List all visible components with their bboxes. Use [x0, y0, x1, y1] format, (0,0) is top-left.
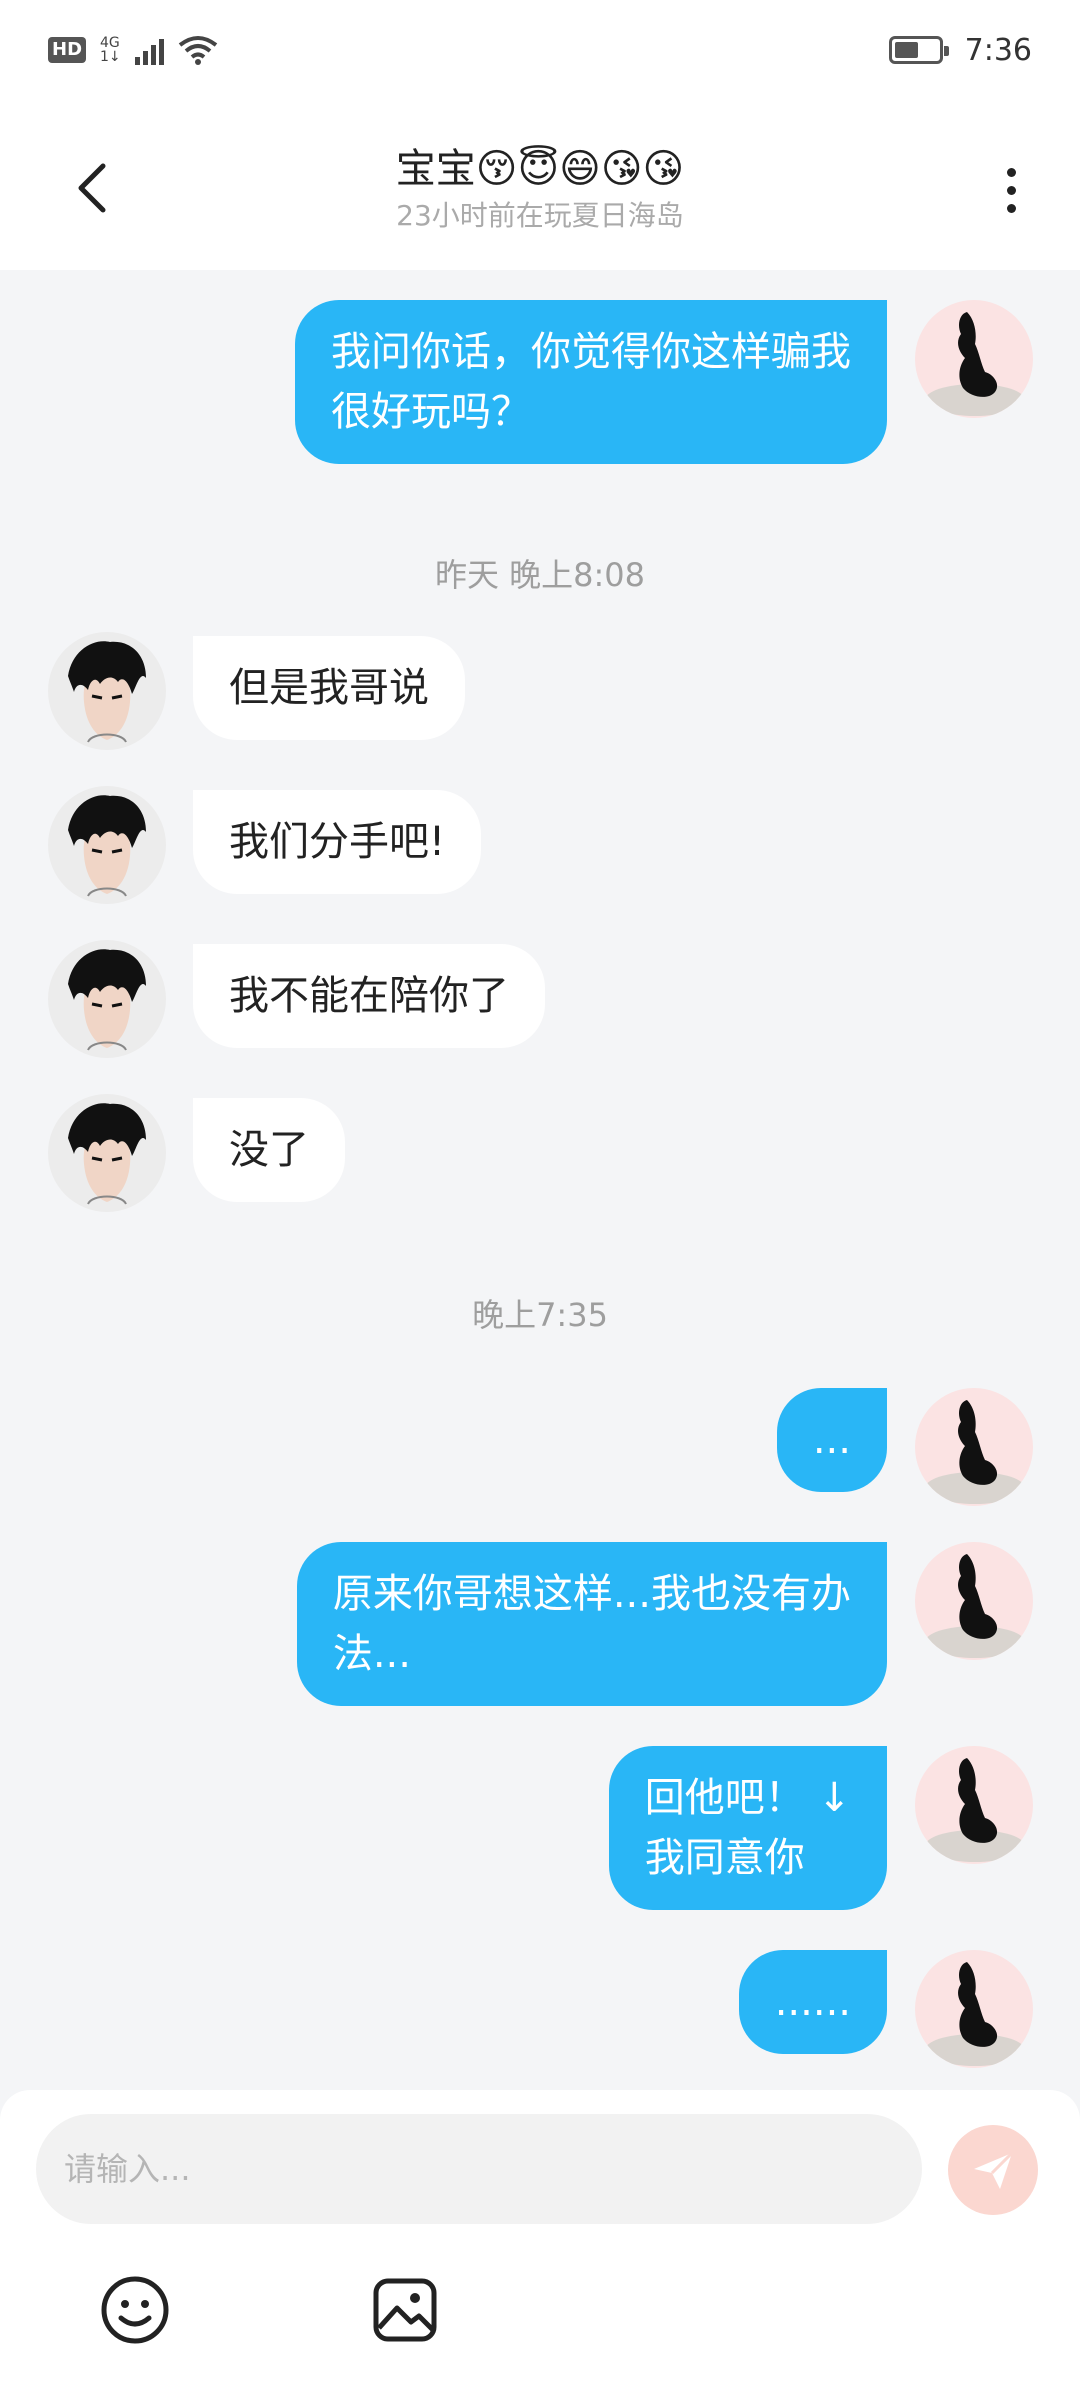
- wifi-icon: [178, 36, 217, 65]
- battery-icon: [888, 36, 949, 64]
- avatar-image: [925, 312, 1025, 416]
- message-text: ...: [812, 1417, 851, 1463]
- chat-subtitle: 23小时前在玩夏日海岛: [396, 199, 684, 232]
- message-bubble-other[interactable]: 我们分手吧!: [193, 790, 482, 894]
- message-text: ......: [774, 1979, 851, 2025]
- message-bubble-self[interactable]: ......: [738, 1950, 887, 2054]
- network-type-top: 4G: [100, 35, 120, 51]
- chat-title: 宝宝😚😇😄😘😘: [395, 146, 685, 192]
- send-icon: [974, 2151, 1014, 2189]
- message-bubble-other[interactable]: 但是我哥说: [193, 636, 465, 740]
- avatar-self[interactable]: [915, 1542, 1033, 1660]
- avatar-self[interactable]: [915, 300, 1033, 418]
- avatar-image: [68, 1103, 146, 1205]
- message-list[interactable]: 我问你话，你觉得你这样骗我 很好玩吗？ 昨天 晚上8:08 但是我哥说 我们分手…: [0, 270, 1080, 2090]
- message-bubble-self[interactable]: 我问你话，你觉得你这样骗我 很好玩吗？: [295, 300, 887, 464]
- message-bubble-other[interactable]: 没了: [193, 1098, 345, 1202]
- avatar-image: [68, 795, 146, 897]
- message-text-line: 我问你话，你觉得你这样骗我: [331, 329, 851, 375]
- more-dot: [1006, 185, 1016, 195]
- network-type: 4G 1↓: [100, 36, 121, 64]
- message-bubble-other[interactable]: 我不能在陪你了: [193, 944, 545, 1048]
- avatar-other[interactable]: [48, 940, 166, 1058]
- avatar-other[interactable]: [48, 786, 166, 904]
- signal-icon: [134, 35, 164, 65]
- message-bubble-self[interactable]: ...: [776, 1388, 887, 1492]
- message-text-line: 法...: [332, 1631, 411, 1677]
- message-input[interactable]: [36, 2114, 922, 2224]
- battery-fill: [894, 42, 918, 58]
- avatar-image: [925, 1962, 1025, 2066]
- input-panel: [0, 2090, 1080, 2400]
- avatar-image: [925, 1758, 1025, 1862]
- timestamp: 晚上7:35: [472, 1296, 608, 1334]
- avatar-self[interactable]: [915, 1746, 1033, 1864]
- message-text: 没了: [229, 1127, 309, 1173]
- avatar-other[interactable]: [48, 1094, 166, 1212]
- avatar-image: [925, 1554, 1025, 1658]
- message-bubble-self[interactable]: 原来你哥想这样...我也没有办 法...: [296, 1542, 887, 1706]
- chat-header: 宝宝😚😇😄😘😘 23小时前在玩夏日海岛: [0, 100, 1080, 270]
- status-right: 7:36: [888, 32, 1032, 68]
- status-bar: HD 4G 1↓ 7:36: [0, 0, 1080, 100]
- title-wrap: 宝宝😚😇😄😘😘 23小时前在玩夏日海岛: [0, 142, 1080, 234]
- message-bubble-self[interactable]: 回他吧！ ↓ 我同意你: [608, 1746, 887, 1910]
- more-options-button[interactable]: [986, 160, 1036, 220]
- avatar-self[interactable]: [915, 1950, 1033, 2068]
- avatar-other[interactable]: [48, 632, 166, 750]
- message-text-line: 很好玩吗？: [331, 389, 531, 435]
- image-button[interactable]: [365, 2270, 445, 2350]
- status-time: 7:36: [964, 32, 1032, 68]
- avatar-image: [925, 1400, 1025, 1504]
- timestamp: 昨天 晚上8:08: [434, 556, 646, 594]
- send-button[interactable]: [948, 2125, 1038, 2215]
- status-left: HD 4G 1↓: [48, 35, 218, 65]
- more-dot: [1006, 203, 1016, 213]
- avatar-image: [68, 949, 146, 1051]
- emoji-icon: [101, 2276, 169, 2344]
- avatar-self[interactable]: [915, 1388, 1033, 1506]
- message-text-line: 我同意你: [644, 1835, 805, 1881]
- emoji-button[interactable]: [95, 2270, 175, 2350]
- message-text: 但是我哥说: [229, 665, 429, 711]
- avatar-image: [68, 641, 146, 743]
- image-icon: [373, 2278, 437, 2342]
- network-type-bottom: 1↓: [100, 49, 121, 65]
- message-text-line: 回他吧！ ↓: [644, 1775, 851, 1821]
- hd-badge: HD: [48, 37, 87, 63]
- message-text-line: 原来你哥想这样...我也没有办: [332, 1571, 851, 1617]
- message-text: 我们分手吧!: [229, 819, 446, 865]
- more-vertical-icon: [1006, 167, 1016, 177]
- message-text: 我不能在陪你了: [229, 973, 509, 1019]
